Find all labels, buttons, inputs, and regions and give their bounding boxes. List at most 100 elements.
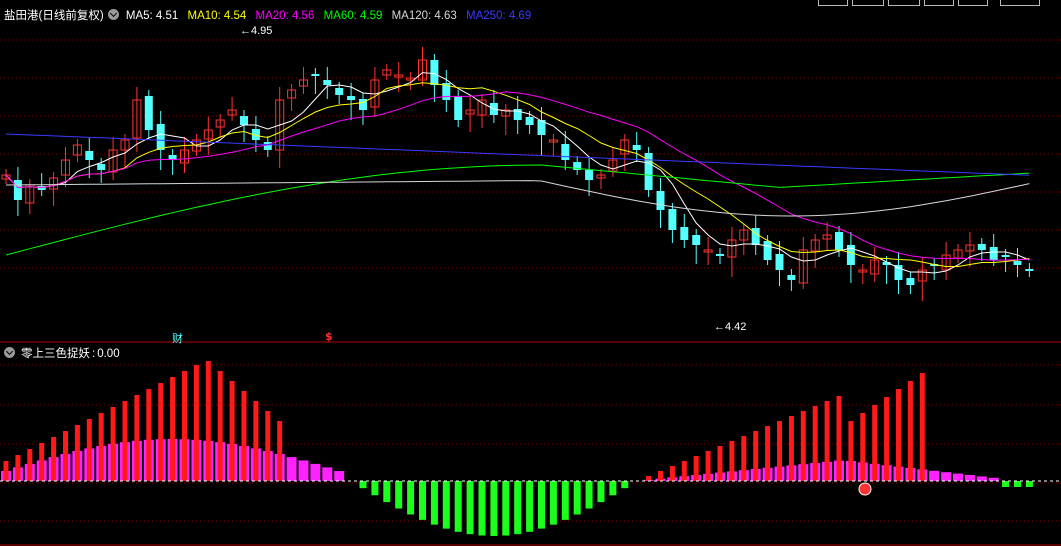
candle-body-down (525, 117, 534, 125)
candle-body-down (156, 124, 165, 150)
settings-circle-icon[interactable] (107, 9, 119, 20)
high-arrow-icon: ← (240, 25, 251, 37)
candle-body-down (585, 170, 594, 180)
indicator-bar-red (193, 365, 199, 481)
legend-ma60: MA60: 4.59 (323, 10, 383, 22)
indicator-bar-red (872, 405, 878, 481)
signal-badge-icon (858, 482, 872, 496)
indicator-legend: 零上三色捉妖:0.00 (4, 345, 126, 363)
candle-body-down (632, 145, 641, 150)
candle-body-down (85, 151, 94, 160)
event-marker-dollar[interactable]: $ (325, 330, 333, 343)
candle-body-down (347, 96, 356, 100)
indicator-bar-red (241, 391, 247, 481)
ma-line-60 (5, 164, 1030, 256)
indicator-bar-green (430, 481, 438, 525)
indicator-bar-red (896, 389, 901, 481)
indicator-bar-red (646, 476, 652, 481)
indicator-bar-green (526, 481, 534, 532)
indicator-bar-red (800, 411, 806, 481)
indicator-bar-red (658, 471, 663, 481)
indicator-bar-red (265, 411, 271, 481)
candle-body-down (656, 191, 665, 210)
indicator-bar-red (848, 421, 854, 481)
legend-ma5: MA5: 4.51 (125, 10, 179, 22)
indicator-bar-red (824, 401, 830, 481)
indicator-bar-red (98, 413, 104, 481)
indicator-bar-magenta (941, 472, 952, 481)
indicator-bar-red (134, 395, 140, 481)
indicator-bar-red (729, 441, 735, 481)
indicator-bar-green (454, 481, 462, 532)
indicator-bar-red (63, 431, 68, 481)
indicator-bar-red (170, 377, 176, 481)
candle-body-down (311, 74, 320, 76)
ma-line-250 (5, 133, 1030, 176)
candle-body-down (561, 144, 570, 160)
indicator-bar-green (490, 481, 498, 536)
indicator-bar-red (51, 437, 57, 481)
low-arrow-icon: ← (714, 321, 725, 333)
indicator-bar-red (3, 461, 9, 481)
indicator-bar-green (478, 481, 486, 536)
candle-body-down (263, 142, 272, 150)
legend-ma120: MA120: 4.63 (391, 10, 457, 22)
candle-body-down (1001, 255, 1010, 257)
candle-body-down (240, 116, 248, 125)
indicator-bar-magenta (322, 467, 333, 481)
stock-mode: (日线前复权) (38, 10, 104, 22)
indicator-bar-green (419, 481, 426, 520)
candle-body-down (775, 254, 784, 270)
indicator-bar-green (502, 481, 510, 536)
candle-body-down (668, 209, 677, 230)
candle-body-down (680, 227, 689, 240)
indicator-bar-green (442, 481, 450, 529)
candle-body-down (977, 244, 986, 250)
candle-body-down (751, 228, 760, 245)
candlestick-chart[interactable] (0, 0, 1061, 343)
candle-body-down (787, 275, 796, 280)
indicator-bar-green (621, 481, 629, 489)
indicator-bar-red (705, 451, 711, 481)
candle-body-down (906, 278, 915, 285)
candle-body-down (763, 241, 772, 260)
indicator-bar-magenta (286, 457, 297, 481)
indicator-bar-green (561, 481, 569, 520)
indicator-bar-magenta (953, 473, 963, 481)
candle-body-down (1013, 261, 1022, 265)
candle-body-down (335, 88, 344, 95)
indicator-bar-magenta (310, 463, 321, 481)
indicator-name: 零上三色捉妖 (21, 348, 90, 360)
indicator-bar-red (777, 421, 782, 481)
indicator-chart[interactable] (0, 343, 1061, 546)
indicator-bar-magenta (334, 471, 345, 481)
indicator-bar-red (86, 419, 92, 481)
candle-body-down (989, 247, 998, 260)
indicator-bar-green (1014, 481, 1021, 487)
indicator-bar-red (717, 446, 723, 481)
indicator-bar-red (788, 416, 794, 481)
indicator-bar-red (765, 426, 771, 481)
indicator-bar-green (514, 481, 522, 535)
indicator-bar-red (74, 425, 80, 481)
high-price-label: ←4.95 (240, 25, 273, 37)
candle-body-down (13, 180, 22, 200)
indicator-bar-red (884, 397, 890, 481)
indicator-bar-red (919, 373, 925, 481)
indicator-bar-green (549, 481, 557, 525)
indicator-bar-red (15, 455, 21, 481)
candle-body-down (835, 232, 843, 250)
indicator-bar-green (609, 481, 617, 496)
event-marker-cai[interactable]: 财 (172, 330, 183, 346)
indicator-bar-red (182, 371, 187, 481)
indicator-bar-red (907, 381, 913, 481)
candle-body-down (323, 80, 332, 85)
indicator-bar-green (573, 481, 581, 515)
indicator-bar-red (229, 381, 235, 481)
legend-ma250: MA250: 4.69 (466, 10, 532, 22)
indicator-value: 0.00 (97, 348, 120, 360)
indicator-bar-magenta (976, 476, 987, 481)
indicator-bar-green (597, 481, 605, 503)
indicator-bar-red (812, 406, 818, 481)
settings-circle-icon[interactable] (4, 347, 15, 358)
